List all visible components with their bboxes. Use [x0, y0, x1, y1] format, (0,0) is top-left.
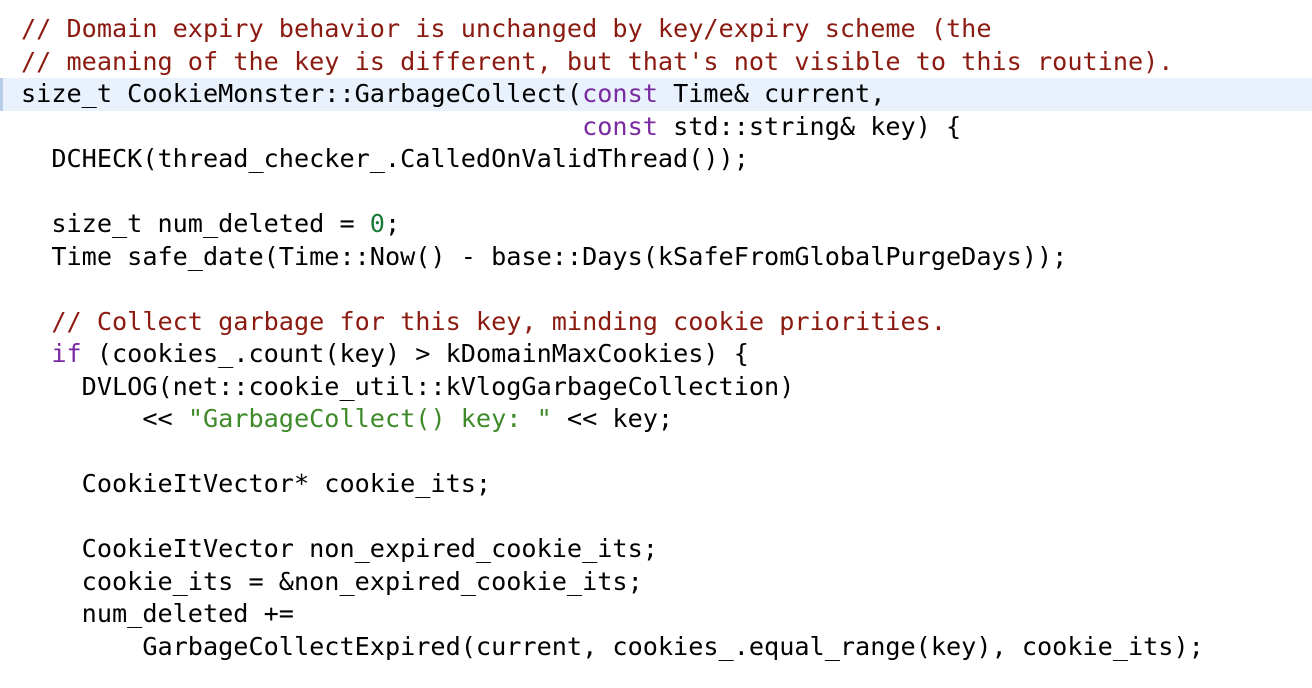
code-text: Time& current,: [657, 79, 886, 108]
code-line: // meaning of the key is different, but …: [0, 46, 1312, 79]
code-line: const std::string& key) {: [0, 111, 1312, 144]
code-text: cookie_its = &non_expired_cookie_its;: [21, 566, 643, 596]
code-text: DVLOG(net::cookie_util::kVlogGarbageColl…: [21, 371, 795, 401]
code-keyword: const: [582, 79, 658, 108]
code-line: if (cookies_.count(key) > kDomainMaxCook…: [0, 338, 1312, 371]
code-line: CookieItVector non_expired_cookie_its;: [0, 533, 1312, 566]
code-line-current: size_t CookieMonster::GarbageCollect(con…: [0, 78, 1312, 111]
code-text: GarbageCollectExpired(current, cookies_.…: [21, 631, 1204, 661]
code-keyword: const: [582, 111, 658, 141]
code-line: cookie_its = &non_expired_cookie_its;: [0, 566, 1312, 599]
code-line: << "GarbageCollect() key: " << key;: [0, 403, 1312, 436]
code-line: ​: [0, 273, 1312, 306]
code-keyword: if: [51, 339, 82, 368]
code-line: // Collect garbage for this key, minding…: [0, 306, 1312, 339]
code-line: // Domain expiry behavior is unchanged b…: [0, 13, 1312, 46]
code-line: GarbageCollectExpired(current, cookies_.…: [0, 631, 1312, 664]
code-line: Time safe_date(Time::Now() - base::Days(…: [0, 241, 1312, 274]
code-text: CookieItVector* cookie_its;: [21, 469, 492, 498]
code-text: std::string& key) {: [657, 111, 962, 141]
code-editor[interactable]: // Domain expiry behavior is unchanged b…: [0, 13, 1312, 663]
code-text: size_t num_deleted =: [21, 209, 370, 238]
code-comment: // Domain expiry behavior is unchanged b…: [21, 14, 992, 43]
code-line: DCHECK(thread_checker_.CalledOnValidThre…: [0, 143, 1312, 176]
code-text: size_t CookieMonster::GarbageCollect(: [21, 79, 583, 108]
code-string: "GarbageCollect() key: ": [187, 404, 552, 433]
code-comment: // Collect garbage for this key, minding…: [21, 306, 947, 336]
code-text: ;: [384, 209, 401, 238]
code-line: ​: [0, 501, 1312, 534]
code-text: CookieItVector non_expired_cookie_its;: [21, 534, 658, 563]
code-number: 0: [369, 209, 385, 238]
code-line: num_deleted +=: [0, 598, 1312, 631]
code-text: <<: [21, 404, 188, 433]
code-text: DCHECK(thread_checker_.CalledOnValidThre…: [21, 144, 749, 173]
code-line: DVLOG(net::cookie_util::kVlogGarbageColl…: [0, 371, 1312, 404]
code-line: ​: [0, 436, 1312, 469]
code-line: size_t num_deleted = 0;: [0, 208, 1312, 241]
code-text: (cookies_.count(key) > kDomainMaxCookies…: [81, 339, 749, 368]
code-line: CookieItVector* cookie_its;: [0, 468, 1312, 501]
code-text: num_deleted +=: [21, 599, 294, 628]
code-line: ​: [0, 176, 1312, 209]
code-comment: // meaning of the key is different, but …: [21, 46, 1174, 76]
code-text: << key;: [551, 404, 674, 433]
code-text: Time safe_date(Time::Now() - base::Days(…: [21, 241, 1068, 271]
